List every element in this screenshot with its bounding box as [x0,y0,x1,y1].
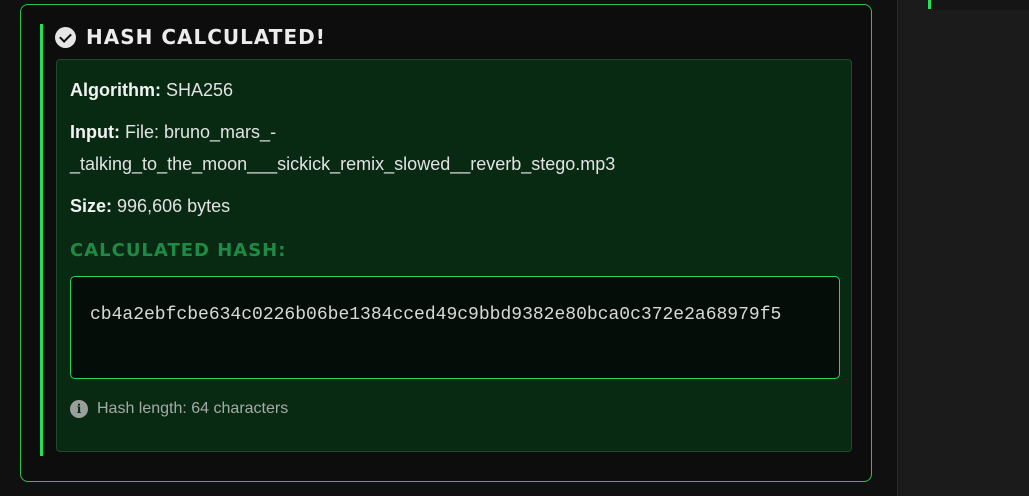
hash-result-card: HASH CALCULATED! Algorithm: SHA256 Input… [20,4,872,482]
algorithm-value: SHA256 [166,80,234,100]
size-value: 996,606 bytes [117,196,231,216]
side-panel-header [928,0,1029,10]
hash-details-panel: Algorithm: SHA256 Input: File: bruno_mar… [56,59,852,452]
input-row: Input: File: bruno_mars_-_talking_to_the… [70,116,670,180]
info-icon: i [70,400,88,418]
card-title: HASH CALCULATED! [86,25,326,49]
hash-value[interactable]: cb4a2ebfcbe634c0226b06be1384cced49c9bbd9… [90,299,820,331]
algorithm-label: Algorithm: [70,80,161,100]
calculated-hash-heading: CALCULATED HASH: [70,240,287,261]
side-panel [897,0,1029,496]
algorithm-row: Algorithm: SHA256 [70,74,233,106]
hash-length-note: i Hash length: 64 characters [70,400,288,418]
card-header: HASH CALCULATED! [55,25,326,49]
input-value: File: bruno_mars_-_talking_to_the_moon__… [70,122,616,174]
size-row: Size: 996,606 bytes [70,190,230,222]
accent-bar [40,24,43,456]
input-label: Input: [70,122,120,142]
check-circle-icon [55,26,76,48]
side-panel-accent [928,0,931,9]
page: HASH CALCULATED! Algorithm: SHA256 Input… [0,0,1029,496]
hash-output-box[interactable]: cb4a2ebfcbe634c0226b06be1384cced49c9bbd9… [70,276,840,379]
size-label: Size: [70,196,113,216]
hash-length-text: Hash length: 64 characters [97,400,289,417]
